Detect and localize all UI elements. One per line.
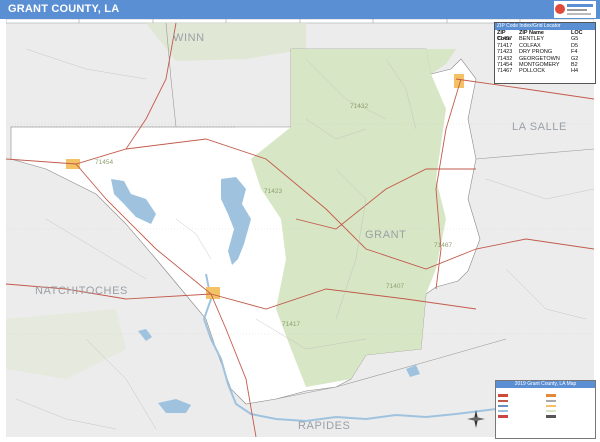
map-legend: 2019 Grant County, LA Map — [495, 380, 596, 439]
zip-table-header: ZIP Code Index/Grid Locator — [495, 23, 595, 30]
legend-swatch — [498, 415, 508, 418]
zip-label-71417: 71417 — [282, 321, 301, 328]
map-frame: GRANT COUNTY, LA WINN LA SALLE GRANT NAT… — [0, 0, 600, 442]
legend-swatch — [545, 415, 556, 418]
zip-label-71407: 71407 — [386, 283, 405, 290]
legend-swatch — [498, 409, 508, 413]
legend-swatch — [545, 404, 556, 408]
legend-swatch — [545, 399, 556, 403]
legend-swatch — [498, 404, 508, 408]
legend-item — [498, 414, 546, 419]
county-label-natchitoches: NATCHITOCHES — [35, 285, 128, 297]
map-title: GRANT COUNTY, LA — [8, 3, 120, 15]
legend-swatch — [498, 399, 508, 403]
table-row: 71467 POLLOCK H4 — [495, 68, 595, 74]
zip-code-cell: 71467 — [497, 68, 513, 75]
legend-title: 2019 Grant County, LA Map — [496, 381, 595, 388]
title-bar: GRANT COUNTY, LA — [0, 0, 600, 19]
zip-label-71423: 71423 — [264, 188, 283, 195]
zip-label-71467: 71467 — [434, 242, 453, 249]
publisher-logo-icon — [554, 1, 596, 18]
colfax-urban — [206, 287, 220, 299]
legend-swatch — [545, 409, 556, 413]
legend-swatch — [545, 394, 556, 397]
zip-name-cell: POLLOCK — [519, 68, 545, 75]
county-label-winn: WINN — [173, 32, 205, 44]
zip-code-index-table: ZIP Code Index/Grid Locator ZIP Code ZIP… — [494, 22, 596, 84]
legend-item — [545, 414, 594, 419]
zip-label-71432: 71432 — [350, 103, 369, 110]
county-label-rapides: RAPIDES — [298, 420, 351, 432]
legend-swatch — [498, 394, 508, 397]
zip-loc-cell: H4 — [571, 68, 579, 75]
legend-items — [496, 393, 595, 419]
county-label-la-salle: LA SALLE — [512, 121, 567, 133]
county-label-grant: GRANT — [365, 229, 407, 241]
zip-label-71454: 71454 — [95, 159, 114, 166]
